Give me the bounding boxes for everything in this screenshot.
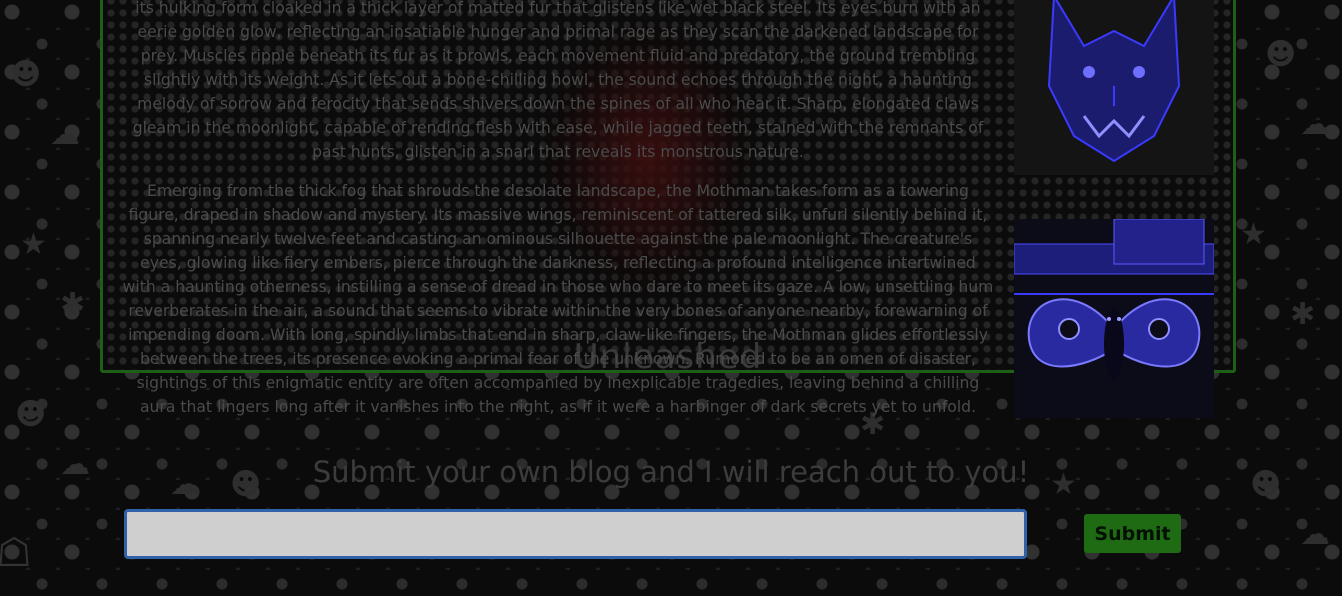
blog-submission-input[interactable] xyxy=(124,509,1027,559)
ghost-icon: ☁ xyxy=(50,117,80,152)
pumpkin-icon: ☻ xyxy=(10,57,42,92)
mothman-illustration xyxy=(1014,219,1214,418)
ghost-icon: ☁ xyxy=(1300,107,1330,142)
blog-paragraph-mothman: Emerging from the thick fog that shrouds… xyxy=(122,182,994,416)
corner-logo-icon: ☖ xyxy=(0,530,32,576)
spider-icon: ✱ xyxy=(1290,297,1316,332)
submit-blog-heading: Submit your own blog and I will reach ou… xyxy=(312,455,1030,489)
ghost-icon: ☁ xyxy=(1300,517,1330,552)
pumpkin-icon: ☻ xyxy=(15,397,47,432)
pumpkin-icon: ☻ xyxy=(1265,37,1297,72)
spider-icon: ✱ xyxy=(60,287,86,322)
submit-button[interactable]: Submit xyxy=(1084,514,1181,553)
star-icon: ★ xyxy=(1240,217,1267,252)
werewolf-illustration xyxy=(1014,0,1214,175)
star-icon: ★ xyxy=(20,227,47,262)
blog-paragraph-werewolf: its hulking form cloaked in a thick laye… xyxy=(132,0,984,161)
